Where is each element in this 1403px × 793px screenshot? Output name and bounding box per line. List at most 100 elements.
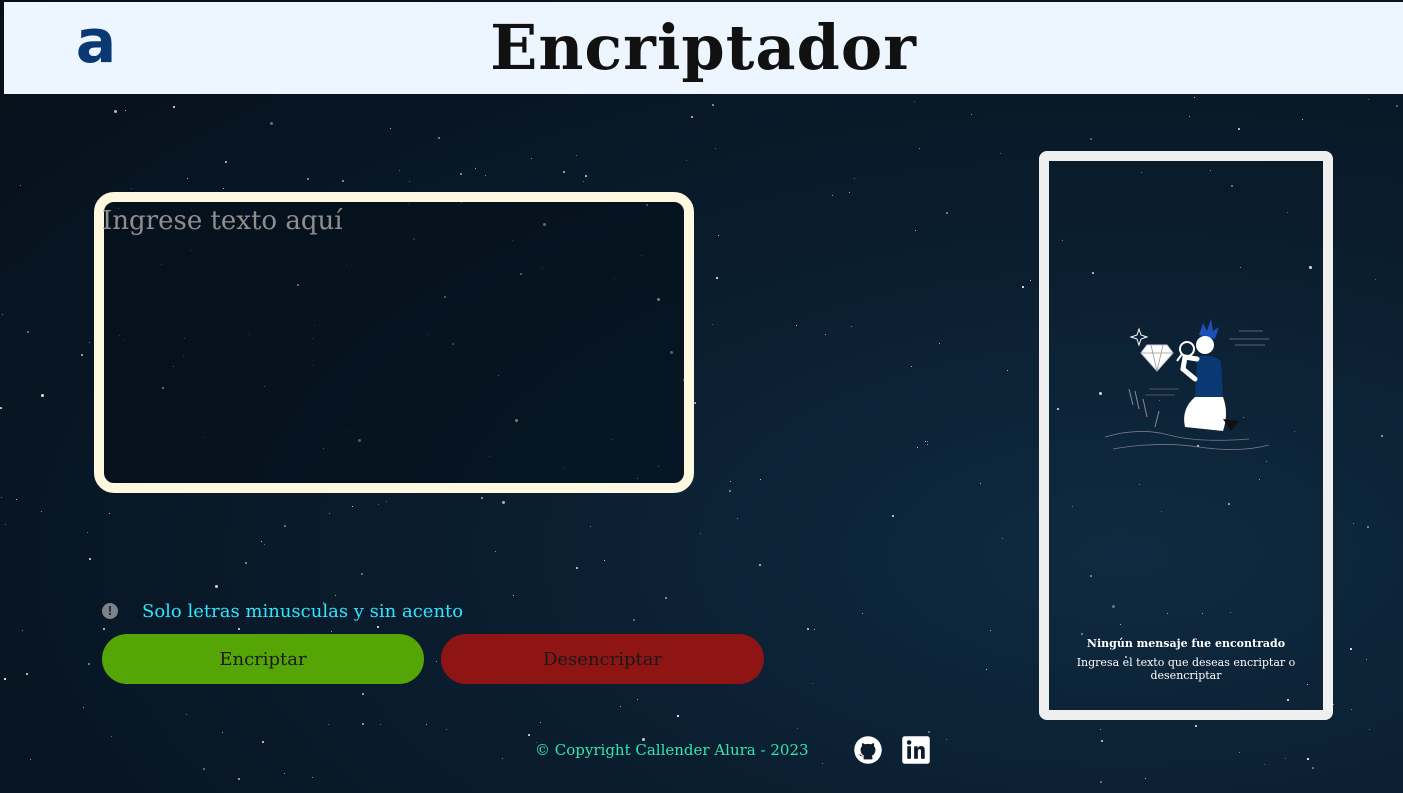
star (715, 148, 716, 149)
star (919, 148, 920, 149)
star (576, 155, 577, 156)
star (0, 407, 2, 409)
star (760, 479, 761, 480)
star (971, 114, 972, 115)
star (438, 137, 440, 139)
copyright-text: © Copyright Callender Alura - 2023 (535, 741, 809, 759)
star (796, 325, 797, 326)
star (946, 212, 948, 214)
github-icon[interactable] (853, 735, 883, 765)
star (862, 613, 863, 614)
star (223, 188, 224, 189)
star (730, 481, 731, 482)
star (238, 628, 240, 630)
star (854, 178, 855, 179)
star (1, 497, 2, 498)
star (691, 116, 693, 118)
star (1351, 709, 1352, 710)
star (502, 501, 505, 504)
star (825, 334, 826, 335)
star (5, 524, 6, 525)
star (109, 513, 110, 514)
star (849, 192, 850, 193)
encrypt-button[interactable]: Encriptar (102, 634, 424, 684)
star (712, 324, 713, 325)
result-title: Ningún mensaje fue encontrado (1086, 637, 1286, 650)
star (131, 188, 132, 189)
star (700, 533, 701, 534)
star (83, 707, 84, 708)
star (712, 104, 714, 106)
star (531, 158, 532, 159)
star (215, 585, 218, 588)
star (16, 499, 17, 500)
star (446, 729, 447, 730)
star (186, 714, 187, 715)
page-title: Encriptador (490, 11, 917, 84)
star (284, 773, 285, 774)
star (620, 706, 621, 707)
star (925, 441, 926, 442)
star (362, 723, 364, 725)
decrypt-button[interactable]: Desencriptar (441, 634, 764, 684)
info-icon: ! (102, 603, 118, 619)
star (27, 331, 29, 333)
star (1302, 119, 1303, 120)
star (980, 483, 981, 484)
star (460, 173, 462, 175)
star (103, 628, 105, 630)
star (1145, 778, 1146, 779)
star (264, 544, 265, 545)
star (475, 168, 476, 169)
star (331, 631, 332, 632)
star (927, 444, 928, 445)
linkedin-icon[interactable] (901, 735, 931, 765)
star (22, 630, 23, 631)
star (1353, 523, 1354, 524)
star (604, 560, 605, 561)
star (1312, 767, 1314, 769)
star (41, 511, 42, 512)
star (362, 693, 364, 695)
star (1381, 435, 1383, 437)
social-links (853, 735, 931, 765)
star (812, 683, 813, 684)
star (528, 734, 530, 736)
star (832, 195, 833, 196)
star (20, 185, 21, 186)
star (814, 629, 815, 630)
star (1101, 740, 1103, 742)
star (917, 447, 918, 448)
star (1030, 280, 1031, 281)
star (225, 161, 227, 163)
star (1189, 116, 1190, 117)
star (380, 724, 381, 725)
star (716, 277, 718, 279)
star (986, 669, 987, 670)
star (87, 532, 88, 533)
star (409, 181, 410, 182)
star (88, 663, 90, 665)
star (1007, 370, 1008, 371)
star (222, 732, 223, 733)
star (481, 497, 483, 499)
star (915, 230, 916, 231)
star (686, 160, 687, 161)
star (1238, 128, 1240, 130)
star (1264, 764, 1265, 765)
star (187, 178, 188, 179)
star (1100, 781, 1102, 783)
star (361, 573, 363, 575)
star (1285, 758, 1286, 759)
star (436, 661, 437, 662)
star (426, 724, 427, 725)
star (1100, 729, 1101, 730)
input-hint: ! Solo letras minusculas y sin acento (102, 598, 463, 624)
star (1396, 105, 1398, 107)
text-input[interactable] (102, 202, 682, 483)
star (729, 490, 731, 492)
star (2, 314, 3, 315)
star (26, 673, 28, 675)
star (694, 402, 696, 404)
input-hint-text: Solo letras minusculas y sin acento (142, 600, 464, 622)
